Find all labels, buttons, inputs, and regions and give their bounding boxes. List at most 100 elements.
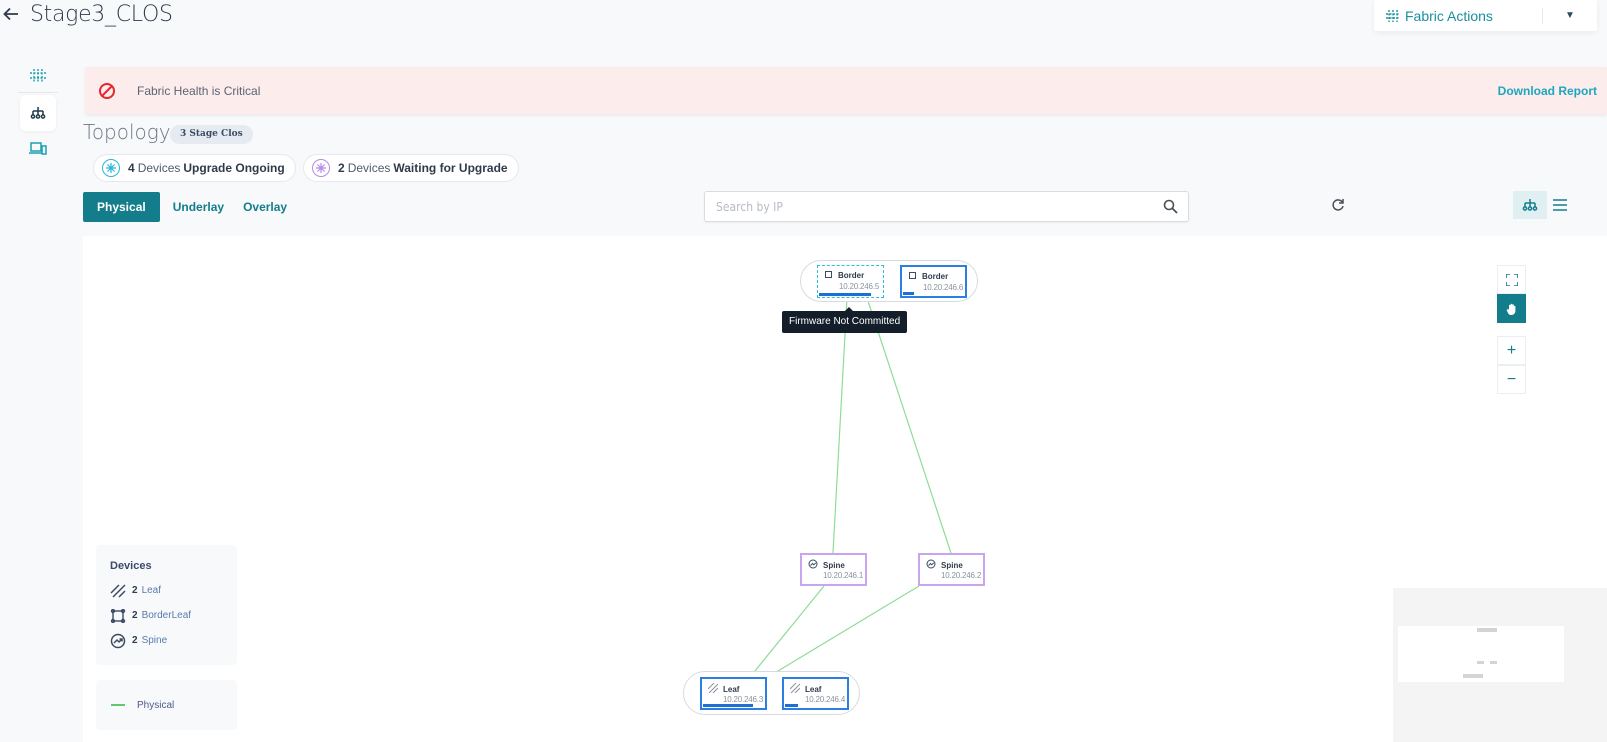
arrow-left-icon xyxy=(3,7,18,21)
fabric-actions-label: Fabric Actions xyxy=(1405,7,1493,24)
physical-link[interactable] xyxy=(866,297,952,554)
spine-icon xyxy=(808,559,823,571)
caret-down-icon[interactable]: ▼ xyxy=(1543,10,1597,21)
status-label: Waiting for Upgrade xyxy=(393,161,508,175)
minus-icon: − xyxy=(1506,370,1517,388)
minimap-node xyxy=(1463,674,1483,678)
plus-icon: + xyxy=(1506,341,1517,359)
leaf-icon xyxy=(707,682,723,695)
physical-link[interactable] xyxy=(767,585,920,678)
devices-icon xyxy=(29,141,47,155)
fabric-actions-dropdown[interactable]: Fabric Actions ▼ xyxy=(1374,0,1597,31)
node-ip: 10.20.246.6 xyxy=(923,283,964,292)
device-node-border[interactable]: Border 10.20.246.5 xyxy=(817,265,884,298)
minimap-node xyxy=(1490,661,1497,664)
node-ip: 10.20.246.4 xyxy=(805,695,846,704)
topology-view-button[interactable] xyxy=(1513,191,1547,219)
topology-tabs: Physical Underlay Overlay xyxy=(83,192,293,222)
list-icon xyxy=(1553,199,1567,211)
device-node-spine[interactable]: Spine 10.20.246.2 xyxy=(918,553,985,586)
divider xyxy=(18,92,58,93)
legend-link-label: Physical xyxy=(137,699,175,711)
physical-link[interactable] xyxy=(832,297,848,554)
zoom-in-button[interactable]: + xyxy=(1497,336,1526,365)
node-header: Leaf xyxy=(789,682,822,695)
legend-item-spine: 2 Spine xyxy=(110,628,223,653)
upgrade-progress-bar xyxy=(903,292,915,295)
health-alert: Fabric Health is Critical Download Repor… xyxy=(85,67,1607,114)
sidenav-item-topology[interactable] xyxy=(20,95,56,131)
fit-screen-button[interactable] xyxy=(1497,265,1526,294)
node-header: Spine xyxy=(808,559,845,571)
border-icon xyxy=(824,270,838,281)
waiting-upgrade-chip[interactable]: 2 Devices Waiting for Upgrade xyxy=(303,154,519,182)
device-node-leaf[interactable]: Leaf 10.20.246.3 xyxy=(700,677,767,710)
topology-canvas[interactable]: Border 10.20.246.5 Border 10.20.246.6 Spine 1… xyxy=(83,236,1607,742)
refresh-icon[interactable] xyxy=(1331,198,1345,212)
spine-icon xyxy=(926,559,941,571)
blocked-icon xyxy=(99,82,115,99)
node-role: Spine xyxy=(823,560,845,570)
zoom-out-button[interactable]: − xyxy=(1497,365,1526,394)
physical-link[interactable] xyxy=(749,585,825,678)
download-report-link[interactable]: Download Report xyxy=(1498,84,1597,98)
alert-message: Fabric Health is Critical xyxy=(137,83,261,98)
physical-line-swatch xyxy=(111,704,125,706)
devices-legend: Devices 2 Leaf 2 BorderLeaf 2 Spine xyxy=(96,545,237,665)
node-role: Border xyxy=(838,271,865,280)
node-header: Spine xyxy=(926,559,963,571)
list-view-button[interactable] xyxy=(1547,191,1573,219)
pan-button[interactable] xyxy=(1497,294,1526,323)
tab-physical[interactable]: Physical xyxy=(83,192,160,222)
minimap[interactable] xyxy=(1393,588,1607,742)
legend-item-leaf: 2 Leaf xyxy=(110,578,223,603)
border-icon xyxy=(908,271,922,282)
upgrade-ongoing-icon xyxy=(102,159,120,177)
minimap-viewport[interactable] xyxy=(1398,626,1564,682)
node-tooltip: Firmware Not Committed xyxy=(782,307,908,333)
node-role: Spine xyxy=(941,560,963,570)
sidenav-item-fabric[interactable] xyxy=(20,58,56,92)
back-button[interactable] xyxy=(2,3,24,29)
links-legend: Physical xyxy=(96,680,237,730)
fabric-icon xyxy=(30,68,46,82)
sidenav-item-devices[interactable] xyxy=(20,131,56,165)
device-node-leaf[interactable]: Leaf 10.20.246.4 xyxy=(782,677,849,710)
search-input[interactable] xyxy=(705,192,1145,221)
search-box xyxy=(704,191,1189,222)
topology-title: Topology xyxy=(83,120,171,144)
node-role: Border xyxy=(922,272,949,281)
node-ip: 10.20.246.3 xyxy=(723,695,764,704)
leaf-icon xyxy=(789,682,805,695)
tab-underlay[interactable]: Underlay xyxy=(160,192,230,222)
node-ip: 10.20.246.5 xyxy=(839,282,880,291)
upgrade-progress-bar xyxy=(703,704,754,707)
status-label: Upgrade Ongoing xyxy=(183,161,285,175)
topology-icon xyxy=(30,107,46,119)
topology-icon xyxy=(1522,199,1538,211)
node-ip: 10.20.246.2 xyxy=(941,571,982,580)
spine-icon xyxy=(110,633,126,648)
view-toggle xyxy=(1513,191,1573,219)
topology-type-badge: 3 Stage Clos xyxy=(170,125,253,144)
device-node-border[interactable]: Border 10.20.246.6 xyxy=(900,265,967,298)
canvas-controls: + − xyxy=(1497,265,1526,394)
legend-item-borderleaf: 2 BorderLeaf xyxy=(110,603,223,628)
legend-title: Devices xyxy=(110,560,152,572)
upgrade-progress-bar xyxy=(785,704,798,707)
waiting-upgrade-icon xyxy=(312,159,330,177)
node-role: Leaf xyxy=(805,684,822,694)
borderleaf-icon xyxy=(110,608,126,623)
tab-overlay[interactable]: Overlay xyxy=(230,192,293,222)
fabric-actions-button[interactable]: Fabric Actions xyxy=(1374,8,1542,24)
minimap-node xyxy=(1477,628,1497,632)
node-role: Leaf xyxy=(723,684,740,694)
device-node-spine[interactable]: Spine 10.20.246.1 xyxy=(800,553,867,586)
page-header: Stage3_CLOS Fabric Actions ▼ xyxy=(0,0,1607,40)
search-icon[interactable] xyxy=(1163,199,1178,214)
fit-screen-icon xyxy=(1505,273,1518,286)
minimap-node xyxy=(1477,661,1484,664)
node-ip: 10.20.246.1 xyxy=(823,571,864,580)
upgrade-ongoing-chip[interactable]: 4 Devices Upgrade Ongoing xyxy=(93,154,296,182)
